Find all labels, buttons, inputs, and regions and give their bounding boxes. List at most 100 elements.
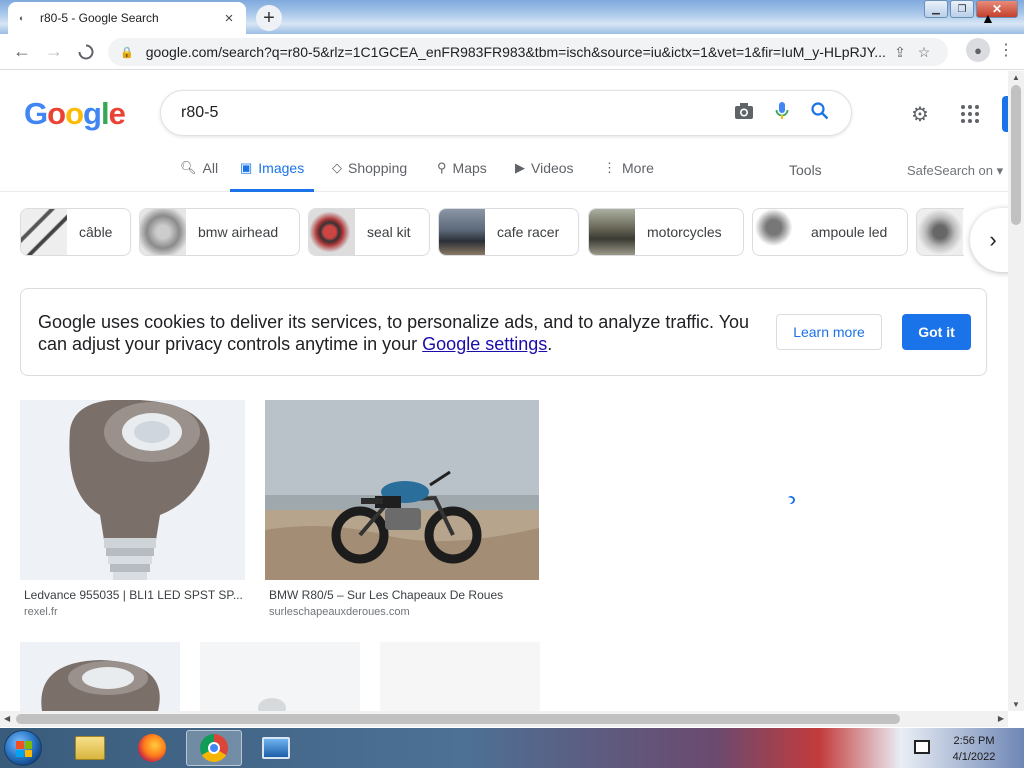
safesearch-label: SafeSearch on <box>907 163 994 178</box>
cookie-text-end: . <box>547 334 553 354</box>
chip-cafe-racer[interactable]: cafe racer <box>438 208 579 256</box>
result-image-led-bulb-2 <box>41 660 160 711</box>
tab-images[interactable]: ▣ Images <box>230 160 315 192</box>
stop-loading-icon[interactable] <box>70 36 102 68</box>
scroll-right-arrow-icon[interactable]: ▶ <box>998 714 1004 723</box>
tab-label: Maps <box>452 160 487 176</box>
related-search-chips: câble bmw airhead seal kit cafe racer mo… <box>20 208 964 256</box>
taskbar-chrome[interactable] <box>186 730 242 766</box>
profile-avatar-icon[interactable]: ● <box>966 38 990 62</box>
result-title[interactable]: Ledvance 955035 | BLI1 LED SPST SP... <box>24 588 244 602</box>
browser-tab[interactable]: ◖ r80-5 - Google Search × <box>8 2 246 34</box>
taskbar-firefox[interactable] <box>124 730 180 766</box>
horizontal-scrollbar[interactable]: ◀ ▶ <box>0 711 1008 727</box>
chip-seal-kit[interactable]: seal kit <box>308 208 430 256</box>
result-image-bmw-motorcycle[interactable] <box>265 400 539 580</box>
tab-videos[interactable]: ▶ Videos <box>515 160 574 192</box>
chip-motorcycles[interactable]: motorcycles <box>588 208 744 256</box>
tab-close-icon[interactable]: × <box>222 10 236 27</box>
browser-tab-strip: ◖ r80-5 - Google Search × + ▁ ❐ ✕ ▲ <box>0 0 1024 34</box>
loading-spinner-icon <box>785 494 797 506</box>
chip-bmw-airhead[interactable]: bmw airhead <box>139 208 300 256</box>
search-icon[interactable] <box>801 101 839 125</box>
address-bar[interactable]: 🔒 google.com/search?q=r80-5&rlz=1C1GCEA_… <box>108 38 948 66</box>
horizontal-scroll-thumb[interactable] <box>16 714 900 724</box>
microphone-icon[interactable] <box>763 101 801 126</box>
map-pin-icon: ⚲ <box>437 160 447 175</box>
tab-all[interactable]: 🔍︎ All <box>180 160 218 192</box>
image-result[interactable] <box>20 642 180 711</box>
tab-shopping[interactable]: ◇ Shopping <box>332 160 407 192</box>
logo-letter: o <box>47 96 66 131</box>
network-tray-icon[interactable] <box>914 740 930 754</box>
result-image-bulb-3 <box>258 698 286 711</box>
start-button[interactable] <box>4 730 42 766</box>
vertical-scrollbar[interactable]: ▲ ▼ <box>1008 71 1024 711</box>
chip-thumbnail <box>439 209 485 255</box>
scroll-left-arrow-icon[interactable]: ◀ <box>4 714 10 723</box>
scroll-up-arrow-icon[interactable]: ▲ <box>1012 73 1020 82</box>
vertical-scroll-thumb[interactable] <box>1011 85 1021 225</box>
got-it-button[interactable]: Got it <box>902 314 971 350</box>
windows-logo-icon <box>16 741 32 757</box>
cookie-consent-banner: Google uses cookies to deliver its servi… <box>20 288 987 376</box>
image-result[interactable] <box>380 642 540 711</box>
apps-grid-icon[interactable] <box>956 100 984 128</box>
firefox-icon <box>138 734 166 762</box>
browser-toolbar: ← → 🔒 google.com/search?q=r80-5&rlz=1C1G… <box>0 34 1024 70</box>
result-image-led-bulb[interactable] <box>20 400 245 580</box>
chip-cable[interactable]: câble <box>20 208 131 256</box>
tools-button[interactable]: Tools <box>789 162 822 178</box>
search-input[interactable] <box>181 104 725 122</box>
spinner-icon <box>78 44 94 59</box>
logo-letter: l <box>100 96 110 131</box>
learn-more-button[interactable]: Learn more <box>776 314 882 350</box>
image-result[interactable]: Ledvance 955035 | BLI1 LED SPST SP... re… <box>20 400 245 625</box>
search-box <box>160 90 852 136</box>
chip-thumbnail <box>917 209 963 255</box>
image-result[interactable] <box>200 642 360 711</box>
chip-label: cafe racer <box>497 224 560 240</box>
chrome-icon <box>200 734 228 762</box>
lock-icon: 🔒 <box>120 46 134 59</box>
vertical-dots-icon: ⋮ <box>603 160 616 175</box>
system-clock[interactable]: 2:56 PM 4/1/2022 <box>944 733 1004 765</box>
back-arrow-icon[interactable]: ← <box>6 36 38 68</box>
minimize-button[interactable]: ▁ <box>924 0 948 18</box>
tab-maps[interactable]: ⚲ Maps <box>437 160 487 192</box>
image-result[interactable]: BMW R80/5 – Sur Les Chapeaux De Roues su… <box>265 400 539 625</box>
camera-icon[interactable] <box>725 102 763 125</box>
window-controls: ▁ ❐ ✕ <box>924 0 1018 18</box>
image-icon: ▣ <box>240 160 253 175</box>
chip-label: bmw airhead <box>198 224 279 240</box>
chip-thumbnail <box>140 209 186 255</box>
chip-more[interactable] <box>916 208 964 256</box>
new-tab-button[interactable]: + <box>256 5 282 31</box>
bookmark-star-icon[interactable]: ☆ <box>912 44 936 61</box>
tab-label: Shopping <box>348 160 408 176</box>
search-icon: 🔍︎ <box>180 160 197 175</box>
scroll-down-arrow-icon[interactable]: ▼ <box>1012 700 1020 709</box>
cookie-text: Google uses cookies to deliver its servi… <box>38 312 750 354</box>
google-settings-link[interactable]: Google settings <box>422 334 547 354</box>
forward-arrow-icon[interactable]: → <box>38 36 70 68</box>
screen: ◖ r80-5 - Google Search × + ▁ ❐ ✕ ▲ ← → … <box>0 0 1024 768</box>
tab-label: All <box>202 160 219 176</box>
chip-thumbnail <box>753 209 799 255</box>
result-source[interactable]: surleschapeauxderoues.com <box>269 606 410 618</box>
result-source[interactable]: rexel.fr <box>24 606 58 618</box>
browser-menu-icon[interactable]: ⋮ <box>996 40 1016 60</box>
google-logo[interactable]: Google <box>24 96 126 132</box>
search-type-tabs: 🔍︎ All ▣ Images ◇ Shopping ⚲ Maps ▶ Videos ⋮ M… <box>0 150 1008 192</box>
taskbar-display-app[interactable] <box>248 730 304 766</box>
chip-thumbnail <box>589 209 635 255</box>
logo-letter: g <box>83 96 102 131</box>
settings-gear-icon[interactable]: ⚙ <box>906 100 934 128</box>
safesearch-dropdown[interactable]: SafeSearch on ▾ <box>907 163 1003 179</box>
chip-ampoule-led[interactable]: ampoule led <box>752 208 908 256</box>
maximize-button[interactable]: ❐ <box>950 0 974 18</box>
taskbar-file-explorer[interactable] <box>62 730 118 766</box>
tab-more[interactable]: ⋮ More <box>603 160 654 192</box>
result-title[interactable]: BMW R80/5 – Sur Les Chapeaux De Roues <box>269 588 539 602</box>
share-icon[interactable]: ⇪ <box>888 44 912 61</box>
